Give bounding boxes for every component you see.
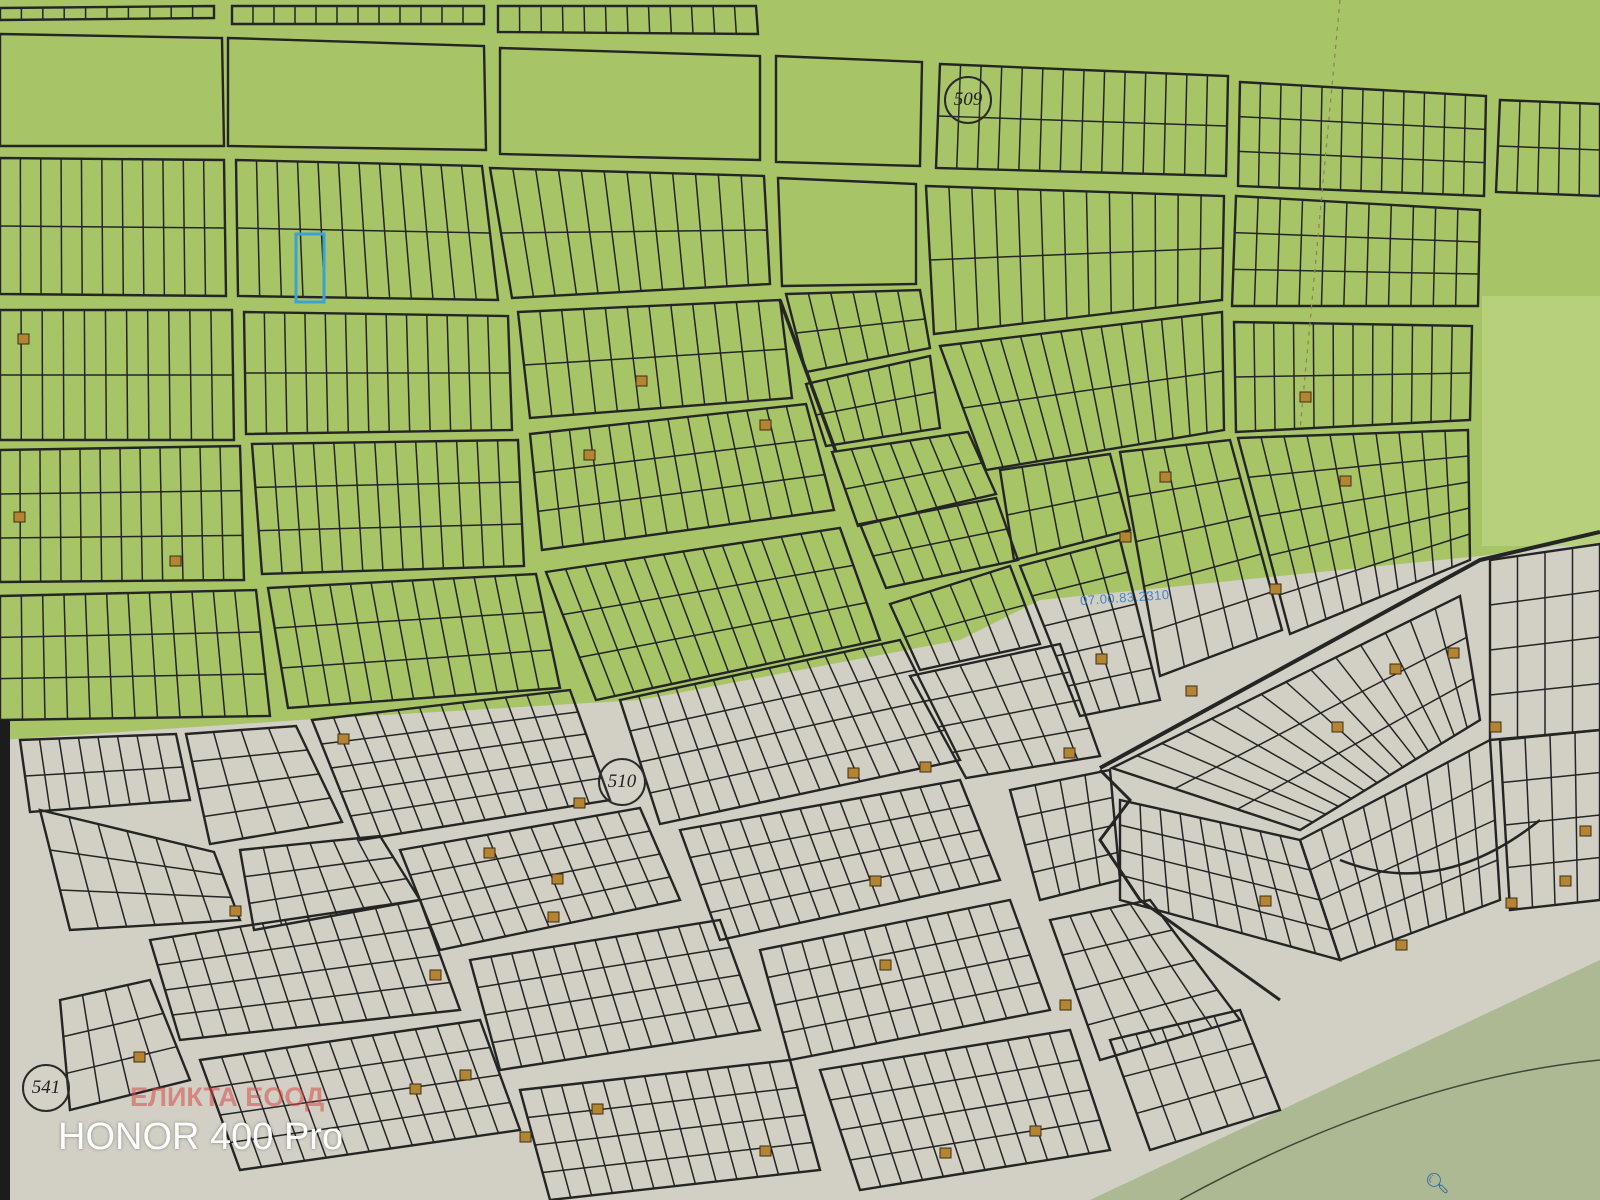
building[interactable]	[869, 875, 882, 887]
building[interactable]	[1159, 471, 1172, 483]
building[interactable]	[1447, 647, 1460, 659]
cadastral-map[interactable]: 509 510 541 07.00.83.2310 ЕЛИКТА ЕООД HO…	[0, 0, 1600, 1200]
building[interactable]	[1389, 663, 1402, 675]
building[interactable]	[1299, 391, 1312, 403]
district-marker-541[interactable]: 541	[22, 1064, 70, 1112]
building[interactable]	[759, 1145, 772, 1157]
parcel-boundary[interactable]	[59, 448, 62, 582]
building[interactable]	[13, 511, 26, 523]
building[interactable]	[1559, 875, 1572, 887]
building[interactable]	[229, 905, 242, 917]
building[interactable]	[1331, 721, 1344, 733]
building[interactable]	[1029, 1125, 1042, 1137]
building[interactable]	[1185, 685, 1198, 697]
firm-watermark: ЕЛИКТА ЕООД	[130, 1082, 325, 1112]
building[interactable]	[759, 419, 772, 431]
building[interactable]	[337, 733, 350, 745]
screen-bezel	[0, 720, 10, 1200]
building[interactable]	[1489, 721, 1502, 733]
building[interactable]	[939, 1147, 952, 1159]
building[interactable]	[1579, 825, 1592, 837]
building[interactable]	[519, 1131, 532, 1143]
camera-watermark: HONOR 400 Pro	[58, 1116, 344, 1158]
building[interactable]	[591, 1103, 604, 1115]
green-open-field	[1482, 296, 1600, 546]
parcel-boundary[interactable]	[604, 5, 608, 33]
building[interactable]	[1119, 531, 1132, 543]
building[interactable]	[879, 959, 892, 971]
district-marker-label: 510	[607, 771, 637, 792]
district-marker-509[interactable]: 509	[944, 76, 992, 124]
building[interactable]	[1259, 895, 1272, 907]
building[interactable]	[459, 1069, 472, 1081]
building[interactable]	[133, 1051, 146, 1063]
parcel-boundary[interactable]	[583, 5, 586, 33]
building[interactable]	[635, 375, 648, 387]
building[interactable]	[573, 797, 586, 809]
building[interactable]	[1339, 475, 1352, 487]
building[interactable]	[409, 1083, 422, 1095]
district-marker-label: 541	[31, 1077, 61, 1098]
parcel-boundary[interactable]	[39, 449, 42, 582]
building[interactable]	[919, 761, 932, 773]
district-marker-label: 509	[953, 89, 983, 110]
parcel-boundary[interactable]	[561, 5, 564, 33]
building[interactable]	[169, 555, 182, 567]
building[interactable]	[583, 449, 596, 461]
building[interactable]	[17, 333, 30, 345]
building[interactable]	[1059, 999, 1072, 1011]
building[interactable]	[1269, 583, 1282, 595]
building[interactable]	[483, 847, 496, 859]
building[interactable]	[429, 969, 442, 981]
building[interactable]	[1063, 747, 1076, 759]
magnifier-icon[interactable]: 🔍︎	[1425, 1171, 1450, 1196]
district-marker-510[interactable]: 510	[598, 758, 646, 806]
building[interactable]	[1095, 653, 1108, 665]
building[interactable]	[1505, 897, 1518, 909]
building[interactable]	[547, 911, 560, 923]
building[interactable]	[551, 873, 564, 885]
building[interactable]	[847, 767, 860, 779]
building[interactable]	[1395, 939, 1408, 951]
parcel-boundary[interactable]	[626, 5, 629, 34]
map-canvas[interactable]	[0, 0, 1600, 1200]
